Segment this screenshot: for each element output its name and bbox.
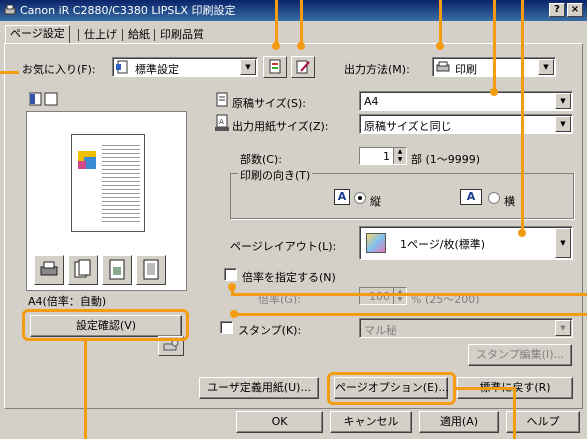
- chevron-down-icon: ▼: [555, 320, 571, 336]
- layout-preset-2-button[interactable]: [68, 255, 98, 285]
- layout-preset-3-button[interactable]: [102, 255, 132, 285]
- spin-arrows-icon: ▲ ▼: [393, 288, 406, 304]
- stamp-edit-button[interactable]: スタンプ編集(I)...: [468, 344, 572, 366]
- spin-arrows-icon: ▲ ▼: [393, 148, 406, 164]
- landscape-label: 横: [504, 195, 515, 208]
- preview-mode-icon: [29, 92, 58, 106]
- landscape-icon: A: [460, 189, 482, 205]
- printer-icon: [436, 61, 450, 72]
- document-icon: [216, 92, 228, 107]
- chevron-down-icon: ▼: [555, 228, 571, 258]
- callout-line: [513, 388, 516, 439]
- preview-caption: A4(倍率：自動): [28, 295, 107, 308]
- title-bar: Canon iR C2880/C3380 LIPSLX 印刷設定 ? ×: [0, 0, 587, 21]
- page-layout-select[interactable]: 1ページ/枚(標準) ▼: [359, 226, 573, 260]
- output-method-label: 出力方法(M):: [344, 63, 410, 76]
- apply-button[interactable]: 適用(A): [419, 411, 499, 433]
- printer-stack-icon: [40, 261, 58, 276]
- callout-line: [231, 285, 234, 295]
- callout-line: [0, 71, 19, 74]
- original-size-select[interactable]: A4 ▼: [359, 91, 573, 111]
- mono-page-icon: [143, 259, 159, 280]
- favorites-label: お気に入り(F):: [22, 63, 96, 76]
- callout-line: [275, 0, 278, 46]
- landscape-radio[interactable]: [488, 192, 500, 204]
- favorites-icon: [116, 60, 128, 74]
- color-page-icon: [109, 259, 125, 280]
- callout-dot: [518, 229, 526, 237]
- callout-dot: [436, 42, 444, 50]
- tab-paper-source[interactable]: 給紙: [128, 27, 150, 43]
- favorites-select[interactable]: 標準設定 ▼: [112, 57, 258, 77]
- tab-page-setup[interactable]: ページ設定: [5, 25, 70, 44]
- output-paper-icon: A: [215, 114, 229, 131]
- preview-page: [71, 134, 145, 232]
- output-paper-size-select[interactable]: 原稿サイズと同じ ▼: [359, 114, 573, 134]
- scaling-checkbox[interactable]: [224, 268, 237, 281]
- copies-unit: 部 (1〜9999): [411, 153, 481, 166]
- stamp-checkbox[interactable]: [220, 321, 233, 334]
- pages-icon: [74, 259, 91, 278]
- callout-dot: [490, 88, 498, 96]
- page-layout-label: ページレイアウト(L):: [230, 240, 337, 253]
- callout-line: [84, 340, 87, 439]
- tab-finishing[interactable]: 仕上げ: [84, 27, 117, 43]
- callout-dot: [230, 310, 238, 318]
- callout-line: [233, 313, 587, 316]
- printer-icon: [4, 4, 16, 15]
- edit-favorite-button[interactable]: [291, 56, 315, 78]
- callout-dot: [297, 42, 305, 50]
- close-button[interactable]: ×: [567, 3, 583, 17]
- chevron-down-icon: ▼: [555, 116, 571, 132]
- layout-preset-4-button[interactable]: [136, 255, 166, 285]
- layout-thumbnail-icon: [366, 233, 386, 253]
- callout-line: [231, 293, 587, 296]
- callout-line: [300, 0, 303, 46]
- scaling-stepper[interactable]: 100 ▲ ▼: [359, 287, 407, 305]
- callout-box-settings-check: [22, 309, 189, 341]
- scaling-label: 倍率を指定する(N): [242, 271, 336, 284]
- stamp-label: スタンプ(K):: [238, 324, 302, 337]
- user-paper-button[interactable]: ユーザ定義用紙(U)...: [199, 377, 319, 399]
- layout-preset-1-button[interactable]: [34, 255, 64, 285]
- output-paper-size-label: 出力用紙サイズ(Z):: [232, 120, 329, 133]
- copies-stepper[interactable]: 1 ▲ ▼: [359, 147, 407, 165]
- help-title-button[interactable]: ?: [549, 3, 565, 17]
- tab-print-quality[interactable]: 印刷品質: [160, 27, 204, 43]
- printer-info-icon: [163, 339, 179, 351]
- cancel-button[interactable]: キャンセル: [330, 411, 412, 433]
- portrait-radio[interactable]: [354, 192, 366, 204]
- copies-label: 部数(C):: [240, 153, 282, 166]
- portrait-icon: A: [334, 189, 350, 205]
- stamp-select[interactable]: マル秘 ▼: [359, 318, 573, 338]
- callout-line: [521, 0, 524, 233]
- callout-dot: [272, 42, 280, 50]
- callout-box-page-options: [327, 372, 456, 405]
- edit-favorite-icon: [296, 60, 310, 74]
- add-favorite-icon: [269, 59, 281, 74]
- help-button[interactable]: ヘルプ: [506, 411, 580, 433]
- svg-text:A: A: [219, 118, 224, 126]
- chevron-down-icon: ▼: [555, 93, 571, 109]
- callout-line: [456, 387, 516, 390]
- portrait-label: 縦: [370, 195, 381, 208]
- window-title: Canon iR C2880/C3380 LIPSLX 印刷設定: [20, 4, 236, 17]
- original-size-label: 原稿サイズ(S):: [232, 97, 306, 110]
- orientation-label: 印刷の向き(T): [238, 167, 313, 183]
- add-favorite-button[interactable]: [263, 56, 287, 78]
- chevron-down-icon: ▼: [538, 59, 554, 75]
- ok-button[interactable]: OK: [236, 411, 323, 433]
- chevron-down-icon: ▼: [240, 59, 256, 75]
- callout-line: [493, 0, 496, 92]
- callout-line: [439, 0, 442, 46]
